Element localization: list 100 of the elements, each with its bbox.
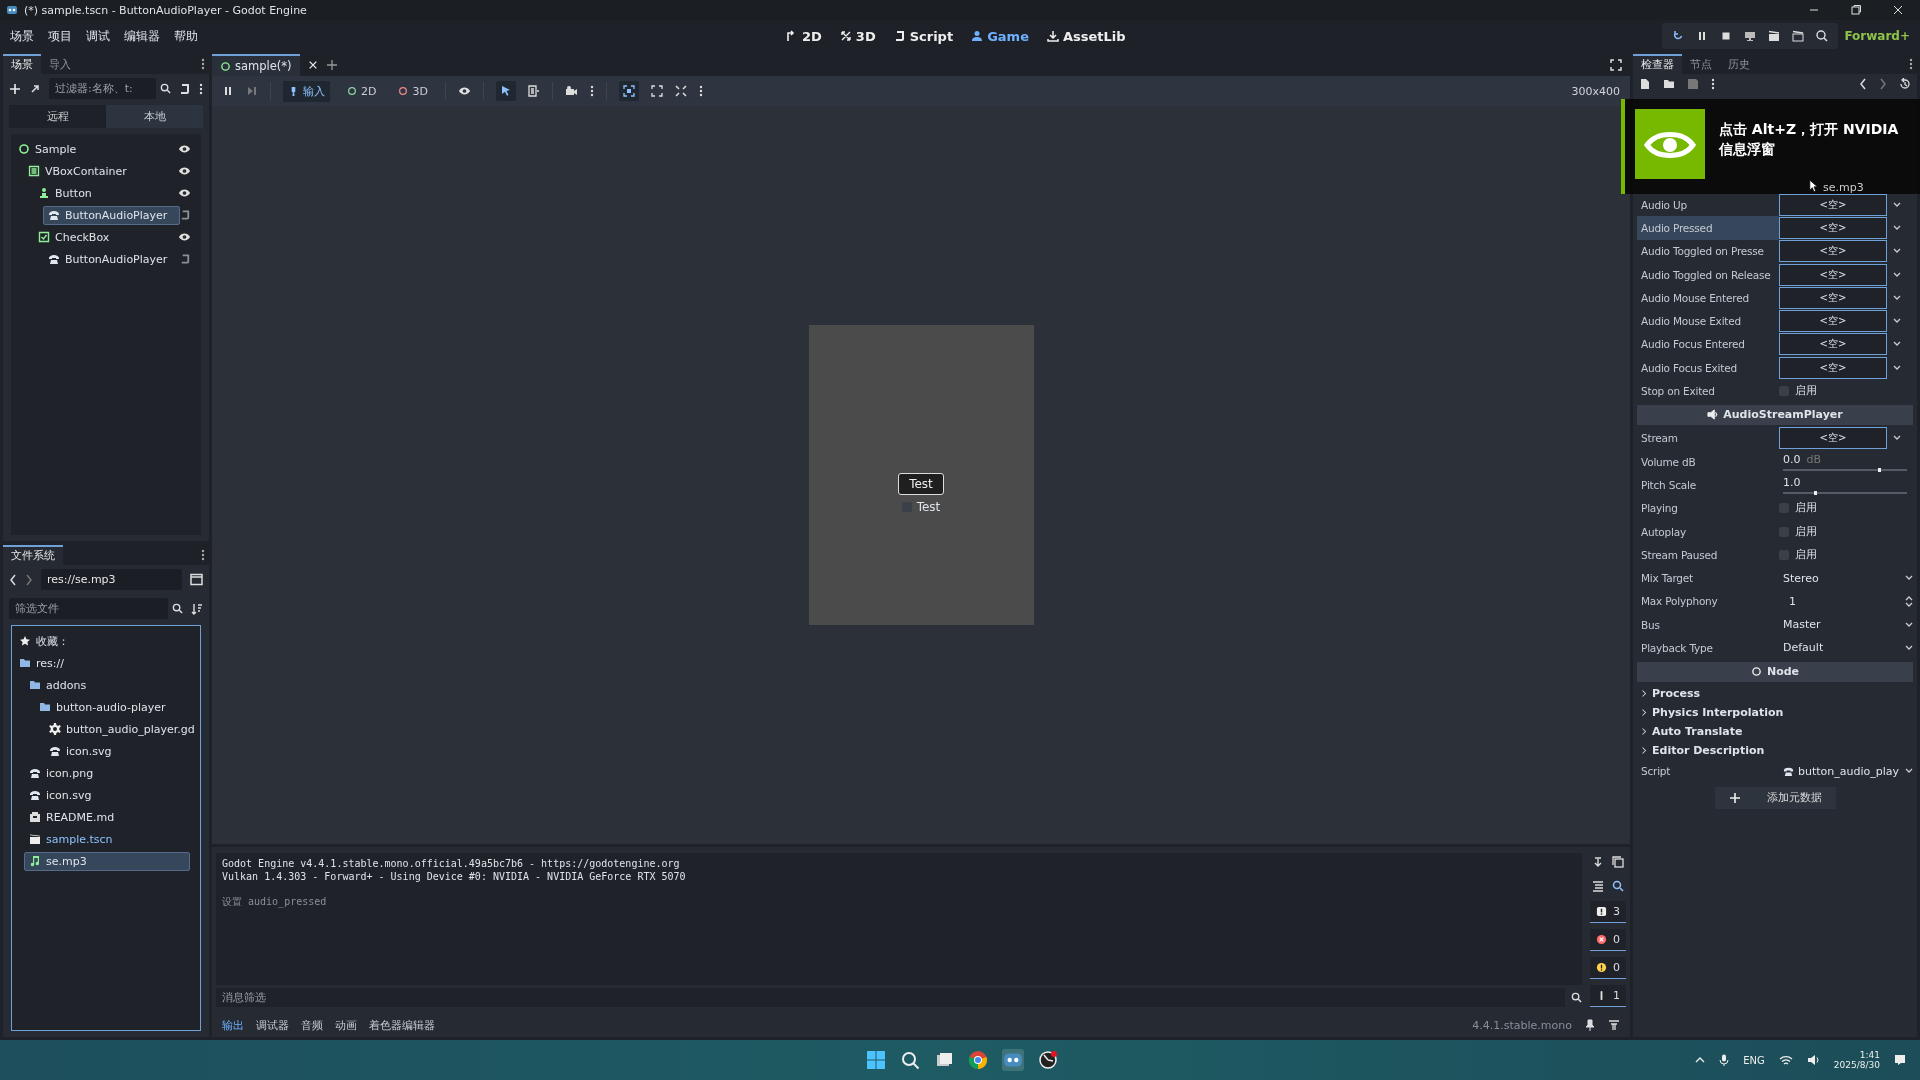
workspace-tab[interactable]: 2D	[780, 26, 828, 46]
filter-field[interactable]: 过滤器:名称、t:	[49, 78, 156, 99]
more-icon[interactable]	[1711, 78, 1715, 90]
caret-icon[interactable]	[1905, 645, 1913, 651]
browser-icon[interactable]	[968, 1050, 988, 1070]
restore-icon[interactable]	[1850, 4, 1862, 16]
search-icon[interactable]	[1612, 880, 1624, 892]
slider-value[interactable]: 1.0	[1783, 475, 1801, 489]
message-counter[interactable]: 0	[1590, 929, 1626, 951]
more-icon[interactable]	[199, 82, 203, 95]
file-item[interactable]: icon.png	[24, 763, 99, 783]
scene-node[interactable]: CheckBox	[33, 227, 115, 247]
new-resource-icon[interactable]	[1639, 78, 1651, 90]
camera-icon[interactable]	[564, 85, 578, 97]
workspace-tab[interactable]: 3D	[833, 26, 882, 46]
history-icon[interactable]	[1899, 78, 1911, 90]
dock-tab[interactable]: 检查器	[1633, 54, 1682, 74]
renderer-selector[interactable]: Forward+	[1844, 29, 1910, 43]
file-item[interactable]: sample.tscn	[24, 829, 118, 849]
chevron-up-icon[interactable]	[1695, 1055, 1706, 1065]
scene-node[interactable]: Button	[33, 183, 97, 203]
pin-icon[interactable]	[1584, 1019, 1596, 1031]
caret-icon[interactable]	[1905, 575, 1913, 582]
list-icon[interactable]	[527, 85, 540, 97]
collapse-icon[interactable]	[1592, 880, 1604, 892]
back-icon[interactable]	[9, 573, 17, 586]
property-group[interactable]: Editor Description	[1637, 740, 1913, 760]
slider-thumb[interactable]	[1878, 467, 1882, 472]
mode-toggle[interactable]: 3D	[393, 81, 433, 101]
bottom-panel-tab[interactable]: 音频	[301, 1017, 323, 1033]
script-icon[interactable]	[180, 253, 191, 265]
caret-icon[interactable]	[1893, 201, 1901, 208]
slider-value[interactable]: 0.0	[1783, 452, 1801, 466]
add-metadata-button[interactable]: 添加元数据	[1714, 786, 1836, 809]
eye-icon[interactable]	[457, 86, 471, 96]
clock-date[interactable]: 2025/8/30	[1833, 1060, 1880, 1070]
fullscreen-icon[interactable]	[1610, 59, 1622, 71]
property-group[interactable]: Auto Translate	[1637, 721, 1913, 741]
caret-icon[interactable]	[1893, 294, 1901, 301]
mode-tab[interactable]: 远程	[9, 105, 106, 128]
visibility-icon[interactable]	[178, 166, 191, 176]
reload-icon[interactable]	[1672, 30, 1685, 42]
clock-time[interactable]: 1:41	[1859, 1050, 1880, 1060]
bottom-panel-tab[interactable]: 动画	[335, 1017, 357, 1033]
workspace-tab[interactable]: Script	[887, 26, 960, 46]
dropdown[interactable]: Default	[1779, 641, 1899, 655]
property-group[interactable]: Process	[1637, 683, 1913, 703]
caret-icon[interactable]	[1893, 248, 1901, 255]
more-icon[interactable]	[201, 58, 205, 70]
dock-tab[interactable]: 导入	[41, 54, 79, 74]
save-icon[interactable]	[1687, 78, 1699, 90]
forward-icon[interactable]	[25, 573, 33, 586]
caret-icon[interactable]	[1893, 318, 1901, 325]
file-item[interactable]: README.md	[24, 807, 120, 827]
file-item[interactable]: addons	[24, 675, 92, 695]
file-item[interactable]: icon.svg	[44, 741, 117, 761]
resource-field[interactable]: <空>	[1779, 216, 1887, 239]
resource-field[interactable]: <空>	[1779, 263, 1887, 286]
search-icon[interactable]	[160, 83, 171, 94]
bottom-panel-tab[interactable]: 输出	[222, 1017, 244, 1033]
visibility-icon[interactable]	[178, 144, 191, 154]
visibility-icon[interactable]	[178, 188, 191, 198]
caret-icon[interactable]	[1893, 435, 1901, 442]
pause-icon[interactable]	[222, 85, 234, 97]
scene-tab[interactable]: sample(*)	[212, 54, 300, 76]
menu-item[interactable]: 调试	[86, 27, 110, 45]
menu-item[interactable]: 项目	[48, 27, 72, 45]
message-counter[interactable]: 1	[1590, 985, 1626, 1007]
resource-field[interactable]: <空>	[1779, 356, 1887, 379]
message-filter-field[interactable]: 消息筛选	[216, 988, 1565, 1007]
file-item[interactable]: res://	[14, 653, 69, 673]
stop-icon[interactable]	[1720, 30, 1733, 42]
mode-tab[interactable]: 本地	[106, 105, 203, 128]
link-icon[interactable]	[29, 82, 41, 95]
volume-icon[interactable]	[1806, 1054, 1820, 1066]
expand-panel-icon[interactable]	[1608, 1019, 1620, 1031]
search-icon[interactable]	[900, 1050, 920, 1070]
path-field[interactable]: res://se.mp3	[41, 569, 182, 590]
mode-toggle[interactable]: 2D	[342, 81, 382, 101]
favorites-item[interactable]: 收藏：	[14, 630, 74, 652]
dock-tab[interactable]: 历史	[1720, 54, 1758, 74]
number-field[interactable]: 1	[1779, 594, 1899, 608]
more-icon[interactable]	[1909, 58, 1913, 70]
file-item[interactable]: button_audio_player.gd	[44, 719, 200, 739]
fullscreen-icon[interactable]	[674, 85, 687, 97]
scene-node[interactable]: ButtonAudioPlayer	[43, 249, 173, 269]
microphone-icon[interactable]	[1719, 1054, 1730, 1066]
dropdown[interactable]: Stereo	[1779, 571, 1899, 585]
dock-tab[interactable]: 文件系统	[3, 545, 63, 565]
resource-field[interactable]: <空>	[1779, 193, 1887, 216]
workspace-tab[interactable]: Game	[965, 26, 1035, 46]
slider-thumb[interactable]	[1814, 490, 1817, 495]
visibility-icon[interactable]	[178, 232, 191, 242]
message-counter[interactable]: 0	[1590, 957, 1626, 979]
filter-field[interactable]: 筛选文件	[9, 598, 168, 619]
scene-node[interactable]: VBoxContainer	[23, 161, 132, 181]
dock-tab[interactable]: 场景	[3, 54, 41, 74]
resource-field[interactable]: <空>	[1779, 286, 1887, 309]
caret-icon[interactable]	[1893, 271, 1901, 278]
script-icon[interactable]	[180, 209, 191, 221]
